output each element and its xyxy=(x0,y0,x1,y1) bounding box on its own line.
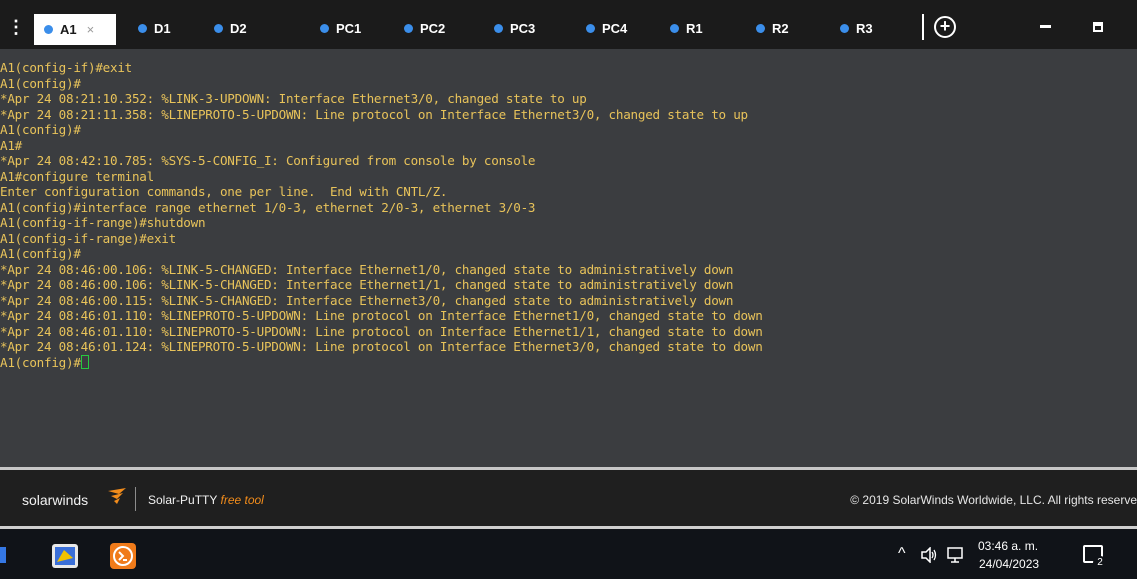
terminal-prompt-line[interactable]: A1(config)# xyxy=(0,354,1137,371)
app-footer: solarwinds Solar-PuTTY free tool © 2019 … xyxy=(0,470,1137,526)
solarwinds-logo-icon xyxy=(108,488,126,504)
clock-date[interactable]: 24/04/2023 xyxy=(979,557,1039,571)
show-hidden-icons-chevron-icon[interactable]: ^ xyxy=(898,545,906,563)
terminal-line: *Apr 24 08:46:00.106: %LINK-5-CHANGED: I… xyxy=(0,277,734,292)
menu-icon[interactable]: ⋮ xyxy=(4,14,28,40)
tab-label: D1 xyxy=(154,20,171,36)
free-tool-label: free tool xyxy=(220,493,264,507)
network-icon[interactable] xyxy=(946,547,964,563)
product-label: Solar-PuTTY xyxy=(148,493,218,507)
session-status-icon xyxy=(44,25,53,34)
tab-d2[interactable]: D2 xyxy=(204,14,247,42)
terminal-line: A1(config)#interface range ethernet 1/0-… xyxy=(0,199,536,215)
terminal-line: *Apr 24 08:46:00.115: %LINK-5-CHANGED: I… xyxy=(0,292,734,308)
minimize-icon[interactable] xyxy=(1040,25,1051,28)
session-status-icon xyxy=(494,23,503,33)
terminal-line: A1(config-if)#exit xyxy=(0,60,132,75)
terminal-line: *Apr 24 08:46:01.124: %LINEPROTO-5-UPDOW… xyxy=(0,339,763,354)
gns3-icon[interactable] xyxy=(52,544,78,568)
clock-time[interactable]: 03:46 a. m. xyxy=(978,539,1038,553)
tab-bar: ⋮ A1 × D1 D2 PC1 PC2 PC3 PC4 R1 R2 R3 + xyxy=(0,0,1137,49)
session-status-icon xyxy=(756,23,765,33)
tab-r2[interactable]: R2 xyxy=(746,14,789,42)
session-status-icon xyxy=(138,23,147,33)
tab-label: R2 xyxy=(772,20,789,36)
tab-r1[interactable]: R1 xyxy=(660,14,703,42)
session-status-icon xyxy=(214,23,223,33)
terminal-line: A1(config)# xyxy=(0,75,81,91)
tab-pc1[interactable]: PC1 xyxy=(310,14,361,42)
terminal-line: *Apr 24 08:42:10.785: %SYS-5-CONFIG_I: C… xyxy=(0,153,536,168)
notification-count-badge: 2 xyxy=(1093,556,1107,570)
terminal-output[interactable]: A1(config-if)#exit A1(config)# *Apr 24 08:… xyxy=(0,49,1137,467)
session-status-icon xyxy=(404,23,413,33)
tab-label: D2 xyxy=(230,20,247,36)
taskbar-edge xyxy=(0,547,6,563)
brand-name: solarwinds xyxy=(22,492,89,508)
tab-r3[interactable]: R3 xyxy=(830,14,873,42)
session-status-icon xyxy=(670,23,679,33)
terminal-line: Enter configuration commands, one per li… xyxy=(0,184,448,199)
close-icon[interactable]: × xyxy=(87,22,95,37)
copyright-text: © 2019 SolarWinds Worldwide, LLC. All ri… xyxy=(850,493,1137,507)
tab-label: PC2 xyxy=(420,20,446,36)
tab-label: PC1 xyxy=(336,20,362,36)
tab-d1[interactable]: D1 xyxy=(128,14,171,42)
windows-taskbar: ^ 03:46 a. m. 24/04/2023 2 xyxy=(0,529,1137,579)
maximize-icon[interactable] xyxy=(1093,22,1103,32)
terminal-line: *Apr 24 08:46:01.110: %LINEPROTO-5-UPDOW… xyxy=(0,323,763,339)
terminal-line: A1(config-if-range)#exit xyxy=(0,230,176,246)
terminal-line: *Apr 24 08:21:10.352: %LINK-3-UPDOWN: In… xyxy=(0,91,587,106)
tab-a1[interactable]: A1 × xyxy=(34,14,116,45)
tab-pc4[interactable]: PC4 xyxy=(576,14,627,42)
session-status-icon xyxy=(320,23,329,33)
terminal-line: *Apr 24 08:46:00.106: %LINK-5-CHANGED: I… xyxy=(0,261,734,277)
terminal-line: A1#configure terminal xyxy=(0,168,154,184)
tab-label: A1 xyxy=(60,22,77,37)
add-tab-icon[interactable]: + xyxy=(934,16,956,38)
solar-putty-icon[interactable] xyxy=(110,543,136,569)
tab-pc2[interactable]: PC2 xyxy=(394,14,445,42)
product-name: Solar-PuTTY free tool xyxy=(148,493,264,507)
terminal-line: *Apr 24 08:21:11.358: %LINEPROTO-5-UPDOW… xyxy=(0,106,748,122)
terminal-prompt: A1(config)# xyxy=(0,354,81,370)
terminal-line: A1(config-if-range)#shutdown xyxy=(0,215,206,230)
terminal-line: A1(config)# xyxy=(0,246,81,261)
tab-label: R1 xyxy=(686,20,703,36)
tab-label: PC3 xyxy=(510,20,536,36)
speaker-icon[interactable] xyxy=(920,547,938,563)
terminal-line: A1(config)# xyxy=(0,122,81,137)
tab-pc3[interactable]: PC3 xyxy=(484,14,535,42)
terminal-line: A1# xyxy=(0,137,22,153)
session-status-icon xyxy=(840,23,849,33)
tab-divider xyxy=(922,14,924,40)
tab-label: R3 xyxy=(856,20,873,36)
footer-divider xyxy=(135,487,136,511)
terminal-line: *Apr 24 08:46:01.110: %LINEPROTO-5-UPDOW… xyxy=(0,308,763,323)
session-status-icon xyxy=(586,23,595,33)
tab-label: PC4 xyxy=(602,20,628,36)
terminal-cursor xyxy=(80,354,89,369)
